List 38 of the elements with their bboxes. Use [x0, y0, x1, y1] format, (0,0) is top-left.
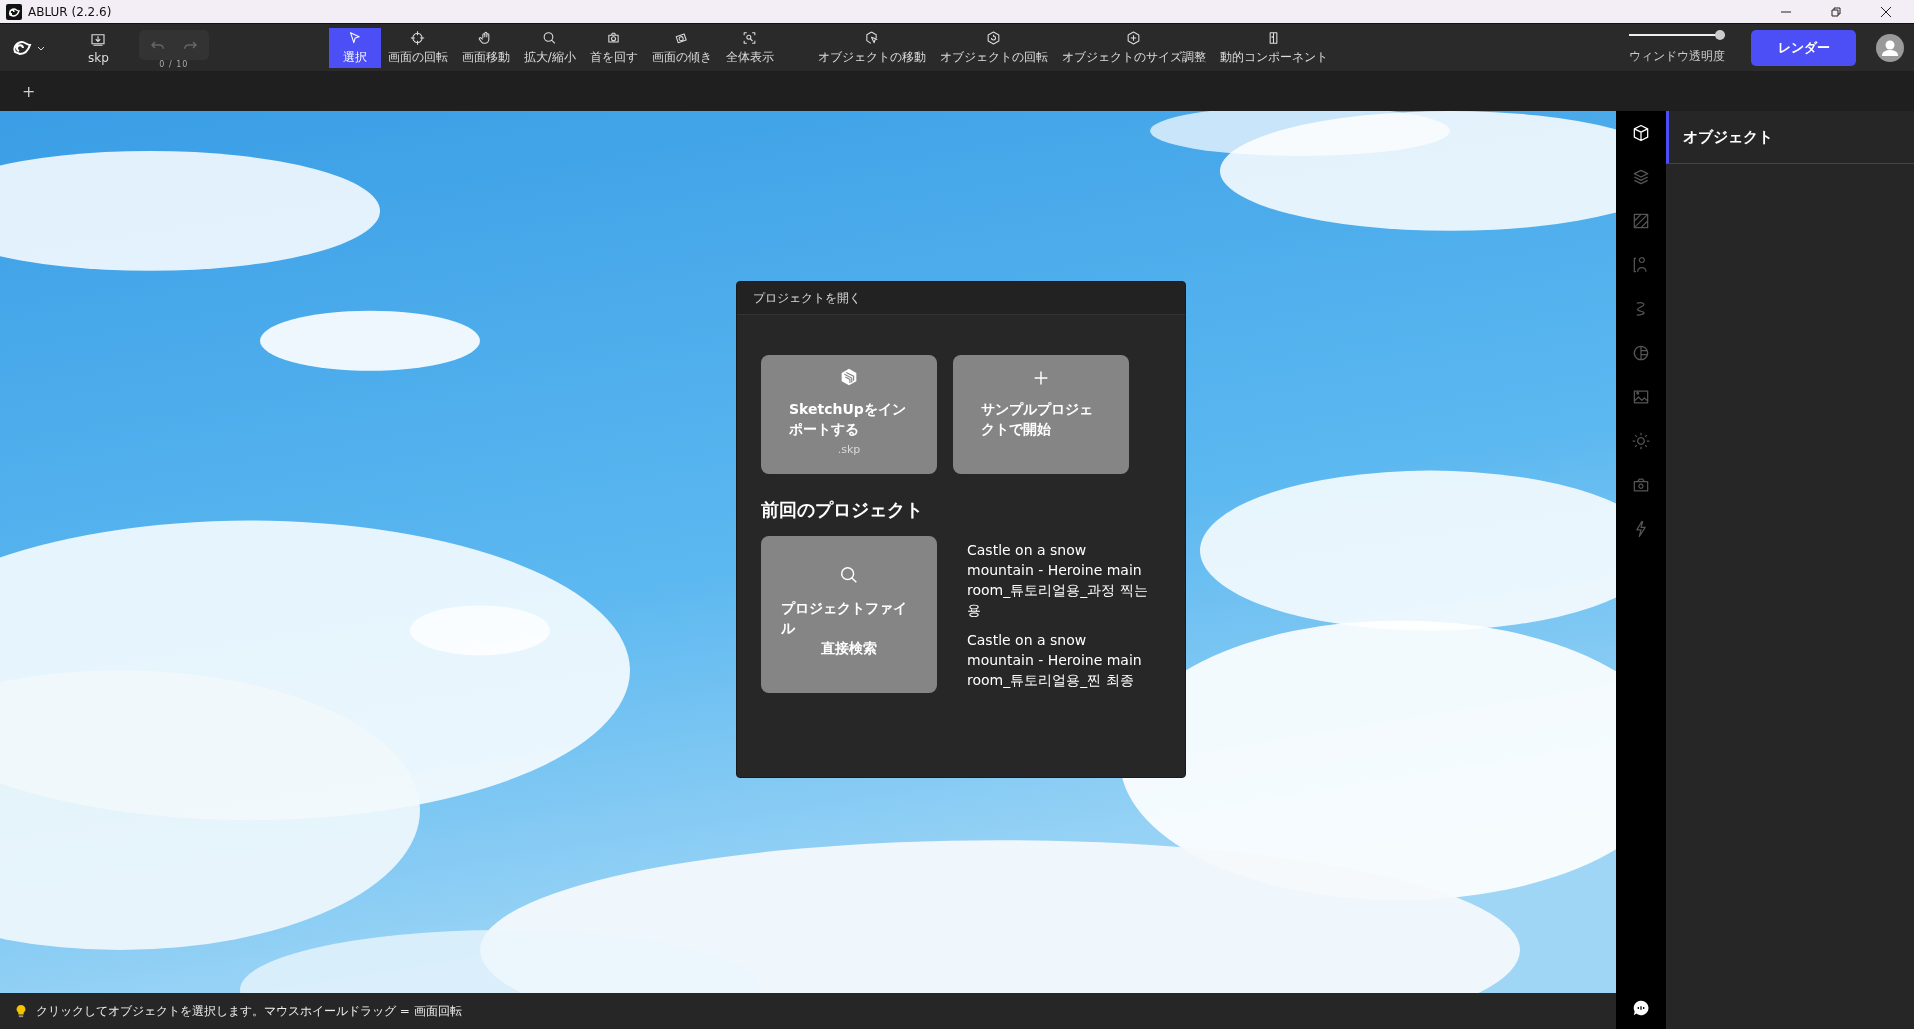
avatar-icon[interactable]: [1876, 33, 1904, 62]
status-hint: クリックしてオブジェクトを選択します。マウスホイールドラッグ = 画面回転: [36, 1002, 462, 1020]
search-project-card[interactable]: プロジェクトファイル 直接検索: [761, 536, 937, 693]
opacity-label: ウィンドウ透明度: [1629, 48, 1725, 65]
tool-button[interactable]: 画面の回転: [380, 27, 455, 68]
import-card[interactable]: SketchUpをインポートする .skp: [761, 355, 937, 474]
restore-icon[interactable]: [1830, 5, 1842, 18]
tool-button[interactable]: オブジェクトの回転: [932, 27, 1055, 68]
skp-import-button[interactable]: skp: [82, 29, 115, 66]
recent-project-link[interactable]: Castle on a snow mountain - Heroine main room_튜토리얼용_과정 찍는 용: [967, 540, 1157, 620]
tool-button[interactable]: 画面移動: [454, 27, 517, 68]
window-title: ABLUR (2.2.6): [28, 4, 112, 19]
close-icon[interactable]: [1880, 5, 1892, 18]
tool-button[interactable]: 全体表示: [718, 27, 781, 68]
tool-button[interactable]: 首を回す: [582, 27, 645, 68]
tool-button[interactable]: オブジェクトのサイズ調整: [1054, 27, 1213, 68]
tool-button[interactable]: 選択: [328, 27, 381, 68]
tool-button[interactable]: オブジェクトの移動: [810, 27, 933, 68]
history-counter: 0 / 10: [159, 60, 189, 69]
tool-button[interactable]: 画面の傾き: [644, 27, 719, 68]
layers-icon[interactable]: [1631, 167, 1651, 187]
search-icon: [838, 564, 860, 586]
recent-project-link[interactable]: Castle on a snow mountain - Heroine main room_튜토리얼용_찐 최종: [967, 630, 1157, 690]
tool-button[interactable]: 動的コンポーネント: [1212, 27, 1335, 68]
tool-button[interactable]: 拡大/縮小: [516, 27, 583, 68]
sample-card[interactable]: サンプルプロジェクトで開始: [953, 355, 1129, 474]
sun-icon[interactable]: [1631, 431, 1651, 451]
panel-title: オブジェクト: [1683, 127, 1773, 147]
add-tab-button[interactable]: +: [16, 80, 42, 102]
render-button[interactable]: レンダー: [1751, 29, 1856, 66]
chat-icon[interactable]: [1632, 999, 1650, 1017]
section-heading: 前回のプロジェクト: [761, 498, 924, 522]
dialog-title: プロジェクトを開く: [753, 289, 861, 307]
opacity-slider[interactable]: [1629, 30, 1725, 40]
lightbulb-icon: [14, 1003, 28, 1019]
cube-icon[interactable]: [1631, 123, 1651, 143]
orbit-icon: [409, 29, 427, 46]
app-logo-icon: [6, 3, 22, 20]
